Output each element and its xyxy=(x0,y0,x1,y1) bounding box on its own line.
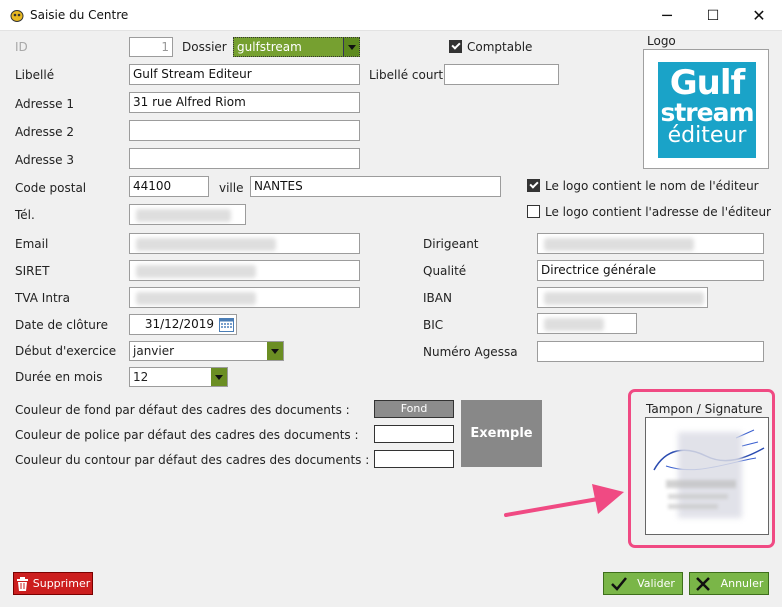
redacted-value xyxy=(544,318,604,331)
calendar-icon[interactable] xyxy=(219,317,234,332)
arrow-annotation-icon xyxy=(504,484,624,517)
adresse1-field[interactable]: 31 rue Alfred Riom xyxy=(129,92,360,113)
tel-label: Tél. xyxy=(15,208,35,222)
numero-agessa-field[interactable] xyxy=(537,341,764,362)
logo-adresse-label: Le logo contient l'adresse de l'éditeur xyxy=(545,205,771,219)
trash-icon xyxy=(16,576,28,591)
bic-label: BIC xyxy=(423,318,444,332)
couleur-contour-label: Couleur du contour par défaut des cadres… xyxy=(15,453,370,467)
chevron-down-icon xyxy=(211,368,227,386)
redacted-value xyxy=(136,238,276,251)
title-bar: Saisie du Centre ─ ☐ ✕ xyxy=(0,0,782,31)
cancel-button[interactable]: Annuler xyxy=(689,572,769,595)
validate-button-label: Valider xyxy=(637,577,675,590)
dossier-value: gulfstream xyxy=(237,40,302,54)
duree-select[interactable]: 12 xyxy=(129,367,228,387)
stamp-label: Tampon / Signature xyxy=(646,402,763,416)
maximize-button[interactable]: ☐ xyxy=(690,0,736,31)
logo-label: Logo xyxy=(647,34,676,48)
debut-exercice-select[interactable]: janvier xyxy=(129,341,284,361)
redacted-value xyxy=(136,265,256,278)
close-button[interactable]: ✕ xyxy=(736,0,782,31)
dirigeant-field[interactable] xyxy=(537,233,764,254)
code-postal-field[interactable]: 44100 xyxy=(129,176,209,197)
redacted-value xyxy=(544,238,694,251)
delete-button[interactable]: Supprimer xyxy=(13,572,93,595)
code-postal-label: Code postal xyxy=(15,181,87,195)
duree-label: Durée en mois xyxy=(15,370,103,384)
siret-field[interactable] xyxy=(129,260,360,281)
logo-nom-checkbox[interactable] xyxy=(527,179,540,192)
logo-adresse-checkbox[interactable] xyxy=(527,205,540,218)
couleur-fond-swatch[interactable]: Fond xyxy=(374,400,454,418)
qualite-label: Qualité xyxy=(423,264,467,278)
dossier-label: Dossier xyxy=(182,40,227,54)
adresse3-field[interactable] xyxy=(129,148,360,169)
adresse2-field[interactable] xyxy=(129,120,360,141)
numero-agessa-label: Numéro Agessa xyxy=(423,345,518,359)
logo-line-1: Gulf xyxy=(669,63,746,103)
redacted-value xyxy=(136,292,256,305)
chevron-down-icon xyxy=(343,38,359,56)
adresse1-label: Adresse 1 xyxy=(15,97,75,111)
logo-image-box[interactable]: Gulf stream éditeur xyxy=(643,49,769,169)
iban-label: IBAN xyxy=(423,291,452,305)
libelle-court-label: Libellé court xyxy=(369,68,444,82)
dirigeant-label: Dirigeant xyxy=(423,237,479,251)
id-field[interactable]: 1 xyxy=(129,37,173,57)
bic-field[interactable] xyxy=(537,313,637,334)
validate-button[interactable]: Valider xyxy=(603,572,683,595)
cross-icon xyxy=(695,576,710,591)
debut-exercice-value: janvier xyxy=(133,344,175,358)
iban-field[interactable] xyxy=(537,287,708,308)
libelle-label: Libellé xyxy=(15,68,55,82)
redacted-value xyxy=(544,292,704,305)
publisher-logo: Gulf stream éditeur xyxy=(658,62,756,158)
app-icon xyxy=(10,10,24,22)
signature-graphic xyxy=(653,429,765,518)
comptable-label: Comptable xyxy=(467,40,533,54)
couleur-police-swatch[interactable] xyxy=(374,425,454,443)
libelle-court-field[interactable] xyxy=(444,64,559,85)
couleur-contour-swatch[interactable] xyxy=(374,450,454,468)
adresse2-label: Adresse 2 xyxy=(15,125,75,139)
logo-line-2: stream xyxy=(660,98,754,127)
cancel-button-label: Annuler xyxy=(720,577,764,590)
minimize-button[interactable]: ─ xyxy=(644,0,690,31)
tva-label: TVA Intra xyxy=(15,291,70,305)
logo-line-3: éditeur xyxy=(667,123,747,148)
tel-field[interactable] xyxy=(129,204,246,225)
date-cloture-label: Date de clôture xyxy=(15,318,108,332)
adresse3-label: Adresse 3 xyxy=(15,153,75,167)
ville-label: ville xyxy=(219,181,244,195)
redacted-value xyxy=(136,209,231,222)
exemple-preview: Exemple xyxy=(461,400,542,467)
libelle-field[interactable]: Gulf Stream Editeur xyxy=(129,64,360,85)
email-label: Email xyxy=(15,237,49,251)
dossier-select[interactable]: gulfstream xyxy=(233,37,360,57)
tva-field[interactable] xyxy=(129,287,360,308)
debut-exercice-label: Début d'exercice xyxy=(15,344,117,358)
chevron-down-icon xyxy=(267,342,283,360)
couleur-fond-label: Couleur de fond par défaut des cadres de… xyxy=(15,403,350,417)
qualite-field[interactable]: Directrice générale xyxy=(537,260,764,281)
checkmark-icon xyxy=(611,576,628,591)
delete-button-label: Supprimer xyxy=(32,577,91,590)
date-cloture-field[interactable]: 31/12/2019 xyxy=(129,314,237,335)
siret-label: SIRET xyxy=(15,264,50,278)
comptable-checkbox[interactable] xyxy=(449,40,462,53)
logo-nom-label: Le logo contient le nom de l'éditeur xyxy=(545,179,759,193)
date-cloture-value: 31/12/2019 xyxy=(144,317,214,331)
duree-value: 12 xyxy=(133,370,149,384)
window-title: Saisie du Centre xyxy=(30,8,129,22)
couleur-police-label: Couleur de police par défaut des cadres … xyxy=(15,428,359,442)
ville-field[interactable]: NANTES xyxy=(250,176,501,197)
stamp-signature-image[interactable] xyxy=(645,417,769,535)
id-label: ID xyxy=(15,40,28,54)
email-field[interactable] xyxy=(129,233,360,254)
